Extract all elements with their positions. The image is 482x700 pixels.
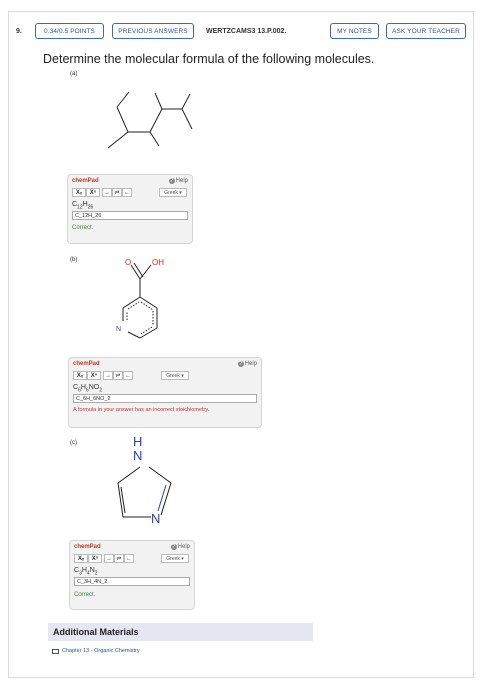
course-code: WERTZCAMS3 13.P.002. (206, 28, 287, 35)
feedback-b: A formula in your answer has an incorrec… (73, 407, 210, 413)
chempad-b-title: chemPad (73, 361, 100, 367)
chapter-link-label: Chapter 13 - Organic Chemistry (62, 648, 140, 654)
formula-preview-b: C6H6NO2 (73, 384, 102, 394)
formula-preview-c: C3H4N2 (74, 567, 98, 577)
molecule-b-structure (122, 262, 158, 339)
chempad-c-title: chemPad (74, 544, 101, 550)
greek-dropdown[interactable]: Greek ▾ (159, 188, 187, 197)
subscript-button[interactable]: Xₓ (73, 371, 87, 380)
atom-n1: N (133, 448, 143, 463)
molecule-c-structure (117, 466, 172, 518)
answer-input-b[interactable]: C_6H_6NO_2 (73, 394, 257, 403)
chempad-b: chemPad ? Help Xₓ Xⁿ → ⇌ ← Greek ▾ C6H6NO… (68, 357, 262, 428)
arrow-button[interactable]: → (102, 188, 112, 197)
part-a-label: (a) (70, 71, 78, 77)
points-button[interactable]: 0.34/0.5 POINTS (35, 23, 104, 39)
arrow-button[interactable]: → (103, 371, 113, 380)
part-c-label: (c) (70, 440, 77, 446)
equilibrium-button[interactable]: ⇌ (112, 188, 122, 197)
greek-dropdown[interactable]: Greek ▾ (161, 554, 189, 563)
chempad-a-title: chemPad (72, 178, 99, 184)
atom-n-ring: N (116, 326, 122, 333)
chempad-b-help[interactable]: ? Help (237, 361, 257, 367)
feedback-c: Correct. (74, 592, 96, 598)
previous-answers-button[interactable]: PREVIOUS ANSWERS (112, 23, 194, 39)
book-icon (52, 648, 59, 654)
backspace-button[interactable]: ← (123, 371, 133, 380)
subscript-button[interactable]: Xₓ (72, 188, 86, 197)
atom-o: O (125, 258, 132, 267)
formula-preview-a: C12H26 (72, 201, 94, 211)
equilibrium-button[interactable]: ⇌ (114, 554, 124, 563)
chempad-c-help[interactable]: ? Help (170, 544, 190, 550)
backspace-button[interactable]: ← (122, 188, 132, 197)
chempad-a: chemPad ? Help Xₓ Xⁿ → ⇌ ← Greek ▾ C12H26… (67, 174, 193, 244)
backspace-button[interactable]: ← (124, 554, 134, 563)
superscript-button[interactable]: Xⁿ (88, 554, 102, 563)
part-b-label: (b) (70, 257, 78, 263)
help-icon: ? (170, 544, 177, 550)
question-number: 9. (16, 28, 22, 35)
arrow-button[interactable]: → (104, 554, 114, 563)
answer-input-a[interactable]: C_12H_26 (72, 211, 188, 220)
superscript-button[interactable]: Xⁿ (86, 188, 100, 197)
equilibrium-button[interactable]: ⇌ (113, 371, 123, 380)
superscript-button[interactable]: Xⁿ (87, 371, 101, 380)
ask-your-teacher-button[interactable]: ASK YOUR TEACHER (386, 23, 466, 39)
chempad-a-help[interactable]: ? Help (168, 178, 188, 184)
atom-n2: N (151, 511, 161, 526)
atom-h: H (133, 434, 143, 449)
atom-oh: OH (152, 258, 164, 267)
help-icon: ? (237, 361, 244, 367)
subscript-button[interactable]: Xₓ (74, 554, 88, 563)
feedback-a: Correct. (72, 225, 94, 231)
answer-input-c[interactable]: C_3H_4N_2 (74, 577, 190, 586)
additional-materials-header: Additional Materials (48, 623, 313, 641)
molecule-a-structure (107, 91, 193, 149)
question-prompt: Determine the molecular formula of the f… (43, 52, 375, 66)
help-icon: ? (168, 178, 175, 184)
greek-dropdown[interactable]: Greek ▾ (161, 371, 189, 380)
chapter-link[interactable]: Chapter 13 - Organic Chemistry (52, 648, 140, 654)
chempad-c: chemPad ? Help Xₓ Xⁿ → ⇌ ← Greek ▾ C3H4N2… (69, 540, 195, 610)
my-notes-button[interactable]: MY NOTES (330, 23, 379, 39)
